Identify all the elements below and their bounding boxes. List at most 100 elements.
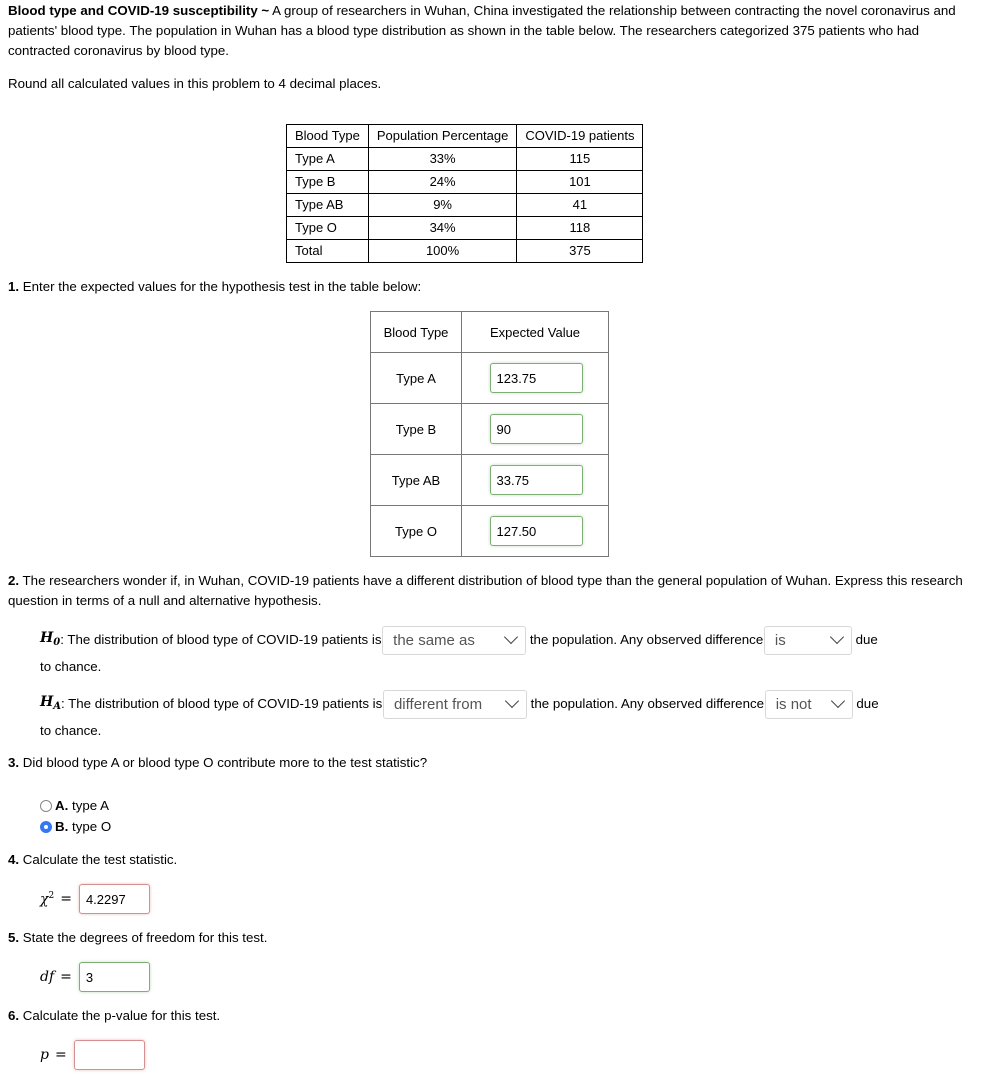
p-symbol: p xyxy=(40,1047,49,1063)
ha-text-after: due xyxy=(852,696,879,711)
chevron-down-icon xyxy=(829,629,844,644)
ha-text-before: : The distribution of blood type of COVI… xyxy=(61,696,386,711)
option-type-a[interactable]: A. type A xyxy=(40,795,111,816)
chevron-down-icon xyxy=(504,629,519,644)
degrees-of-freedom-equation: df = xyxy=(40,962,150,992)
p-value-input[interactable] xyxy=(73,1040,145,1070)
population-table: Blood Type Population Percentage COVID-1… xyxy=(286,124,644,263)
h0-text-wrap: to chance. xyxy=(40,659,102,674)
question-number: 1. xyxy=(8,279,20,294)
blood-type-cell: Type AB xyxy=(286,193,369,217)
blood-type-cell: Total xyxy=(286,239,369,263)
equals-sign: = xyxy=(54,1047,67,1063)
expected-value-input-type-o[interactable] xyxy=(489,516,583,546)
radio-button-unselected[interactable] xyxy=(40,799,52,812)
test-statistic-input[interactable] xyxy=(78,884,150,914)
header-cell: COVID-19 patients xyxy=(516,124,644,148)
question-number: 5. xyxy=(8,930,20,945)
table-header-row: Blood Type Population Percentage COVID-1… xyxy=(286,124,644,148)
percentage-cell: 24% xyxy=(367,170,518,194)
table-header-row: Blood Type Expected Value xyxy=(370,311,609,353)
ha-distribution-select[interactable]: different from xyxy=(382,689,527,719)
h0-difference-select[interactable]: is xyxy=(763,625,852,655)
h0-text-after: due xyxy=(851,632,878,647)
question-text: Enter the expected values for the hypoth… xyxy=(19,279,422,294)
table-row: Type A 33% 115 xyxy=(286,147,644,171)
p-value-equation: p = xyxy=(40,1040,145,1070)
percentage-cell: 34% xyxy=(367,216,518,240)
h0-symbol: H0 xyxy=(40,629,61,648)
blood-type-cell: Type O xyxy=(286,216,369,240)
percentage-cell: 100% xyxy=(367,239,518,263)
problem-title: Blood type and COVID-19 susceptibility ~ xyxy=(8,3,270,18)
h0-distribution-select[interactable]: the same as xyxy=(382,625,527,655)
table-row: Type AB 9% 41 xyxy=(286,193,644,217)
option-type-o[interactable]: B. type O xyxy=(40,816,111,837)
chi-square-symbol: χ2 xyxy=(40,890,55,908)
header-cell: Blood Type xyxy=(370,311,462,353)
test-statistic-equation: χ2 = xyxy=(40,884,150,914)
ha-symbol: HA xyxy=(40,693,61,712)
header-cell: Population Percentage xyxy=(367,124,518,148)
table-row-total: Total 100% 375 xyxy=(286,239,644,263)
option-letter: B. xyxy=(55,819,69,834)
expected-value-input-type-a[interactable] xyxy=(489,363,583,393)
ha-text-wrap: to chance. xyxy=(40,723,102,738)
question-number: 4. xyxy=(8,852,20,867)
question-number: 2. xyxy=(8,573,20,588)
header-cell: Expected Value xyxy=(461,311,609,353)
equals-sign: = xyxy=(60,891,72,907)
percentage-cell: 9% xyxy=(367,193,518,217)
question-1: 1. Enter the expected values for the hyp… xyxy=(8,277,421,297)
question-text: The researchers wonder if, in Wuhan, COV… xyxy=(8,573,963,608)
df-symbol: df xyxy=(40,969,55,985)
option-letter: A. xyxy=(55,798,69,813)
radio-button-selected[interactable] xyxy=(40,820,52,833)
patients-cell: 118 xyxy=(516,216,644,240)
table-row: Type O xyxy=(370,505,609,557)
expected-values-table: Blood Type Expected Value Type A Type B … xyxy=(370,311,609,557)
table-row: Type B 24% 101 xyxy=(286,170,644,194)
question-text: State the degrees of freedom for this te… xyxy=(19,930,268,945)
ha-difference-select[interactable]: is not xyxy=(764,689,853,719)
contribution-options: A. type A B. type O xyxy=(40,795,111,837)
patients-cell: 375 xyxy=(516,239,644,263)
question-4: 4. Calculate the test statistic. xyxy=(8,850,177,870)
patients-cell: 101 xyxy=(516,170,644,194)
blood-type-cell: Type B xyxy=(286,170,369,194)
blood-type-cell: Type O xyxy=(370,505,462,557)
header-cell: Blood Type xyxy=(286,124,369,148)
question-text: Did blood type A or blood type O contrib… xyxy=(19,755,428,770)
null-hypothesis: H0 : The distribution of blood type of C… xyxy=(40,625,970,677)
ha-text-middle: the population. Any observed difference xyxy=(526,696,768,711)
rounding-instruction: Round all calculated values in this prob… xyxy=(8,76,382,91)
question-5: 5. State the degrees of freedom for this… xyxy=(8,928,267,948)
expected-value-input-type-b[interactable] xyxy=(489,414,583,444)
question-text: Calculate the test statistic. xyxy=(19,852,178,867)
question-number: 6. xyxy=(8,1008,20,1023)
table-row: Type A xyxy=(370,352,609,404)
percentage-cell: 33% xyxy=(367,147,518,171)
blood-type-cell: Type A xyxy=(286,147,369,171)
patients-cell: 115 xyxy=(516,147,644,171)
h0-text-middle: the population. Any observed difference xyxy=(526,632,767,647)
question-number: 3. xyxy=(8,755,20,770)
blood-type-cell: Type A xyxy=(370,352,462,404)
problem-intro: Blood type and COVID-19 susceptibility ~… xyxy=(8,1,968,61)
blood-type-cell: Type B xyxy=(370,403,462,455)
expected-value-input-type-ab[interactable] xyxy=(489,465,583,495)
table-row: Type O 34% 118 xyxy=(286,216,644,240)
blood-type-cell: Type AB xyxy=(370,454,462,506)
option-label: type O xyxy=(68,819,112,834)
question-text: Calculate the p-value for this test. xyxy=(19,1008,221,1023)
chevron-down-icon xyxy=(504,693,520,708)
question-2: 2. The researchers wonder if, in Wuhan, … xyxy=(8,571,968,611)
h0-text-before: : The distribution of blood type of COVI… xyxy=(60,632,386,647)
alternative-hypothesis: HA : The distribution of blood type of C… xyxy=(40,689,970,741)
question-3: 3. Did blood type A or blood type O cont… xyxy=(8,753,427,773)
table-row: Type AB xyxy=(370,454,609,506)
equals-sign: = xyxy=(60,969,72,985)
degrees-of-freedom-input[interactable] xyxy=(78,962,150,992)
patients-cell: 41 xyxy=(516,193,644,217)
question-6: 6. Calculate the p-value for this test. xyxy=(8,1006,220,1026)
